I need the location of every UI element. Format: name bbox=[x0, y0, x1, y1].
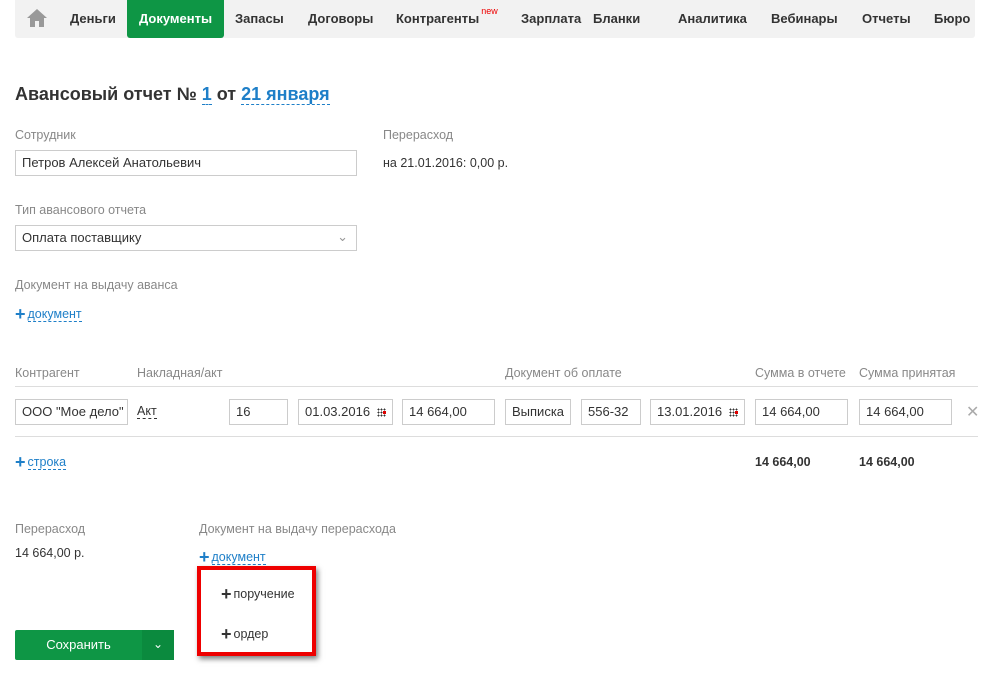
sum-report-input[interactable]: 14 664,00 bbox=[755, 399, 848, 425]
nav-stock[interactable]: Запасы bbox=[235, 0, 284, 38]
nav-contracts[interactable]: Договоры bbox=[308, 0, 373, 38]
report-type-label: Тип авансового отчета bbox=[15, 203, 147, 217]
home-icon[interactable] bbox=[27, 9, 47, 27]
payment-type-select[interactable]: Выписка bbox=[505, 399, 571, 425]
employee-label: Сотрудник bbox=[15, 128, 76, 142]
new-badge: new bbox=[481, 6, 498, 16]
col-counterparty: Контрагент bbox=[15, 366, 80, 380]
calendar-icon[interactable] bbox=[377, 408, 386, 417]
save-button-group: Сохранить ⌄ bbox=[15, 630, 174, 660]
save-options-chevron-icon[interactable]: ⌄ bbox=[142, 630, 174, 660]
add-advance-doc[interactable]: + документ bbox=[15, 304, 82, 325]
add-row-link[interactable]: строка bbox=[27, 455, 67, 470]
report-type-select[interactable]: Оплата поставщику ⌄ bbox=[15, 225, 357, 251]
delete-row-icon[interactable]: ✕ bbox=[966, 402, 979, 422]
divider bbox=[15, 386, 978, 387]
page-title: Авансовый отчет № 1 от 21 января bbox=[15, 84, 330, 105]
calendar-icon[interactable] bbox=[729, 408, 738, 417]
payment-date-input[interactable]: 13.01.2016 bbox=[650, 399, 745, 425]
divider bbox=[15, 436, 978, 437]
add-overspend-doc-link[interactable]: документ bbox=[211, 550, 266, 565]
save-button[interactable]: Сохранить bbox=[15, 630, 142, 660]
add-advance-doc-link[interactable]: документ bbox=[27, 307, 82, 322]
col-payment-doc: Документ об оплате bbox=[505, 366, 622, 380]
nav-bureau[interactable]: Бюро bbox=[934, 0, 970, 38]
overspend-top-value: на 21.01.2016: 0,00 р. bbox=[383, 156, 509, 170]
doc-date-link[interactable]: 21 января bbox=[241, 84, 330, 105]
payment-date-value: 13.01.2016 bbox=[657, 404, 723, 419]
top-nav: Деньги Документы Запасы Договоры Контраг… bbox=[15, 0, 975, 38]
menu-item-label: ордер bbox=[233, 627, 269, 641]
add-document-dropdown: + поручение + ордер bbox=[197, 566, 316, 656]
col-sum-report: Сумма в отчете bbox=[755, 366, 846, 380]
plus-icon: + bbox=[221, 624, 232, 644]
advance-doc-label: Документ на выдачу аванса bbox=[15, 278, 178, 292]
sum-accepted-input[interactable]: 14 664,00 bbox=[859, 399, 952, 425]
col-invoice: Накладная/акт bbox=[137, 366, 223, 380]
report-type-value: Оплата поставщику bbox=[22, 230, 142, 245]
nav-analytics[interactable]: Аналитика bbox=[678, 0, 747, 38]
menu-item-cash-order[interactable]: + ордер bbox=[221, 624, 268, 645]
add-overspend-doc[interactable]: + документ bbox=[199, 547, 266, 568]
nav-counterparties-label: Контрагенты bbox=[396, 11, 480, 26]
add-row[interactable]: + строка bbox=[15, 452, 67, 473]
nav-salary[interactable]: Зарплата bbox=[521, 0, 581, 38]
chevron-down-icon: ⌄ bbox=[337, 229, 348, 244]
invoice-date-input[interactable]: 01.03.2016 bbox=[298, 399, 393, 425]
total-accepted: 14 664,00 bbox=[859, 455, 915, 469]
total-report: 14 664,00 bbox=[755, 455, 811, 469]
plus-icon: + bbox=[221, 584, 232, 604]
employee-input[interactable]: Петров Алексей Анатольевич bbox=[15, 150, 357, 176]
nav-documents[interactable]: Документы bbox=[127, 0, 225, 38]
overspend-value: 14 664,00 р. bbox=[15, 546, 85, 560]
menu-item-label: поручение bbox=[233, 587, 295, 601]
plus-icon: + bbox=[15, 304, 26, 324]
menu-item-order-payment[interactable]: + поручение bbox=[221, 584, 295, 605]
title-from: от bbox=[216, 84, 237, 104]
overspend-top-label: Перерасход bbox=[383, 128, 454, 142]
invoice-type-select[interactable]: Акт bbox=[137, 404, 157, 419]
invoice-date-value: 01.03.2016 bbox=[305, 404, 371, 419]
overspend-label: Перерасход bbox=[15, 522, 86, 536]
title-prefix: Авансовый отчет № bbox=[15, 84, 197, 104]
plus-icon: + bbox=[15, 452, 26, 472]
plus-icon: + bbox=[199, 547, 210, 567]
col-sum-accepted: Сумма принятая bbox=[859, 366, 956, 380]
nav-counterparties[interactable]: Контрагенты new bbox=[396, 0, 498, 38]
overspend-doc-label: Документ на выдачу перерасхода bbox=[199, 522, 396, 536]
payment-number-input[interactable]: 556-32 bbox=[581, 399, 641, 425]
nav-reports[interactable]: Отчеты bbox=[862, 0, 911, 38]
counterparty-input[interactable]: ООО "Мое дело" bbox=[15, 399, 128, 425]
invoice-number-input[interactable]: 16 bbox=[229, 399, 288, 425]
nav-money[interactable]: Деньги bbox=[70, 0, 116, 38]
nav-forms[interactable]: Бланки bbox=[593, 0, 640, 38]
nav-webinars[interactable]: Вебинары bbox=[771, 0, 838, 38]
doc-number-link[interactable]: 1 bbox=[201, 84, 212, 105]
invoice-sum-input[interactable]: 14 664,00 bbox=[402, 399, 495, 425]
